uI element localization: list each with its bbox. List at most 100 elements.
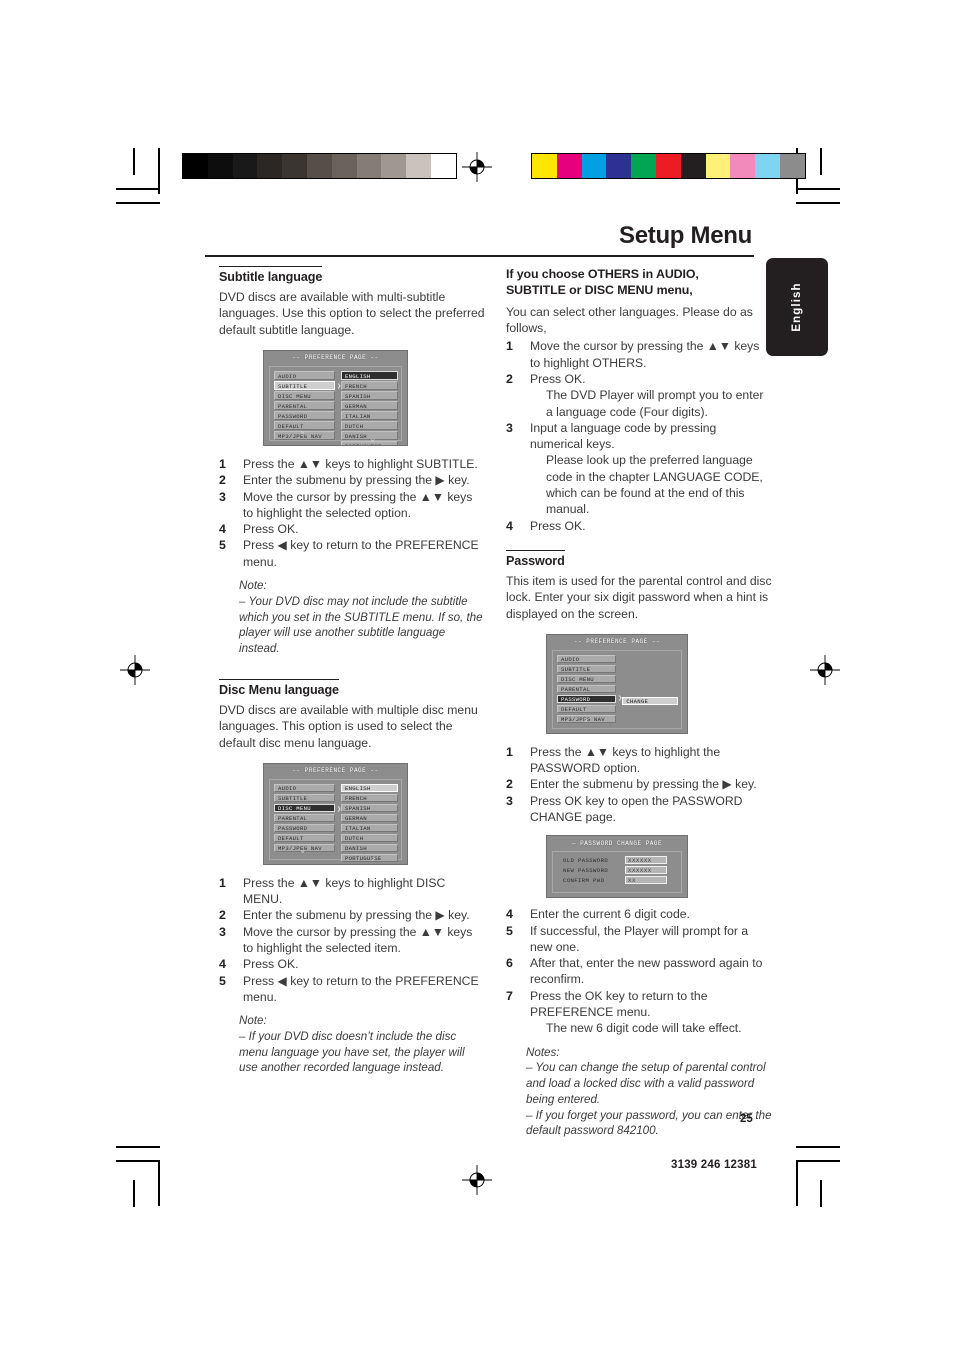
crop-mark-top-left-outer-horizontal — [116, 202, 160, 204]
calibration-swatch — [779, 154, 805, 178]
password-notes: Notes: – You can change the setup of par… — [506, 1045, 772, 1140]
calibration-swatch — [331, 154, 357, 178]
chevron-down-icon: ⌄ — [370, 852, 376, 863]
chevron-down-icon: ⌄ — [300, 426, 306, 437]
step-number: 7 — [506, 988, 513, 1003]
step-text: Enter the submenu by pressing the ▶ key. — [243, 473, 470, 488]
step-number: 4 — [506, 518, 513, 533]
osd-option: GERMAN — [340, 813, 398, 823]
disc-menu-language-heading: Disc Menu language — [219, 678, 339, 697]
disc-menu-note: Note: – If your DVD disc doesn’t include… — [219, 1013, 485, 1076]
page-number: 25 — [740, 1113, 753, 1125]
chevron-down-icon: ⌄ — [370, 434, 376, 445]
disc-menu-language-body: DVD discs are available with multiple di… — [219, 702, 478, 750]
calibration-swatch — [655, 154, 681, 178]
grayscale-calibration-bar — [182, 153, 457, 179]
step-text: Press OK key to open the PASSWORD CHANGE… — [530, 793, 743, 824]
step-item: 4 Enter the current 6 digit code. — [506, 906, 772, 922]
osd-option: ITALIAN — [340, 411, 398, 420]
registration-mark-bottom — [462, 1165, 492, 1195]
note-title: Notes: — [526, 1045, 560, 1059]
step-text: After that, enter the new password again… — [530, 956, 763, 987]
osd-menu-item: DEFAULT — [557, 704, 617, 714]
step-number: 4 — [506, 907, 513, 922]
confirm-password-label: CONFIRM PWD — [563, 876, 605, 884]
color-calibration-bar — [531, 153, 806, 179]
osd-option: DUTCH — [340, 833, 398, 843]
page-title: Setup Menu — [619, 222, 752, 249]
step-number: 1 — [506, 339, 513, 354]
osd-cursor-icon: ❯ — [337, 383, 342, 392]
new-password-label: NEW PASSWORD — [563, 866, 609, 874]
new-password-field[interactable]: XXXXXX — [625, 866, 667, 875]
step-text: Press OK. — [243, 522, 299, 537]
step-item: 6 After that, enter the new password agai… — [506, 955, 772, 988]
osd-option-list: CHANGE — [622, 655, 678, 725]
osd-menu-item-selected: SUBTITLE — [274, 381, 335, 390]
osd-title: -- PREFERENCE PAGE -- — [573, 637, 661, 645]
step-text: Input a language code by pressing numeri… — [530, 420, 717, 452]
osd-option: FRENCH — [340, 793, 398, 803]
step-item: 5 Press ◀ key to return to the PREFERENCE… — [219, 537, 485, 570]
osd-menu-item: DISC MENU — [274, 391, 335, 400]
osd-title: — PASSWORD CHANGE PAGE — [571, 840, 663, 848]
step-item: 4 Press OK. — [219, 521, 485, 537]
step-item: 3 Move the cursor by pressing the ▲▼ keys… — [219, 489, 485, 522]
password-steps-list: 1 Press the ▲▼ keys to highlight the PASS… — [506, 744, 772, 825]
crop-mark-top-left-horizontal — [116, 188, 160, 190]
crop-mark-bottom-left-vertical — [158, 1160, 160, 1206]
step-item: 5 Press ◀ key to return to the PREFERENCE… — [219, 973, 485, 1006]
subtitle-language-body: DVD discs are available with multi-subti… — [219, 290, 485, 337]
crop-mark-bottom-left-outer-horizontal — [116, 1146, 160, 1148]
others-steps-list: 1 Move the cursor by pressing the ▲▼ keys… — [506, 338, 772, 533]
crop-mark-bottom-right-outer-vertical — [820, 1180, 822, 1207]
osd-menu-item: SUBTITLE — [274, 793, 335, 803]
calibration-swatch — [356, 154, 382, 178]
registration-mark-top — [462, 152, 492, 182]
step-text: Press the OK key to return to the PREFER… — [530, 988, 708, 1019]
password-heading: Password — [506, 549, 565, 568]
registration-mark-left — [120, 655, 150, 685]
calibration-swatch — [581, 154, 607, 178]
calibration-swatch — [406, 154, 431, 178]
password-field-row: NEW PASSWORD XXXXXX — [563, 866, 667, 875]
step-text: If successful, the Player will prompt fo… — [530, 923, 749, 954]
step-item: 2 Press OK. The DVD Player will prompt you… — [506, 371, 772, 420]
old-password-field[interactable]: XXXXXX — [625, 856, 667, 865]
step-number: 3 — [219, 924, 226, 939]
confirm-password-field[interactable]: XX — [625, 876, 667, 885]
left-column: Subtitle language DVD discs are availabl… — [219, 266, 485, 1076]
step-number: 5 — [506, 923, 513, 938]
step-number: 1 — [219, 457, 226, 472]
calibration-swatch — [556, 154, 582, 178]
title-divider — [205, 255, 754, 258]
step-text: Move the cursor by pressing the ▲▼ keys … — [243, 489, 473, 520]
osd-option: DANISH — [340, 843, 398, 853]
step-item: 1 Press the ▲▼ keys to highlight SUBTITLE… — [219, 456, 485, 472]
document-code: 3139 246 12381 — [671, 1159, 757, 1171]
osd-password-change-page: — PASSWORD CHANGE PAGE OLD PASSWORD XXXX… — [546, 835, 688, 899]
step-item: 3 Input a language code by pressing numer… — [506, 420, 772, 518]
step-item: 1 Press the ▲▼ keys to highlight DISC MEN… — [219, 875, 485, 908]
osd-subtitle-preference-page: -- PREFERENCE PAGE -- AUDIO SUBTITLE DIS… — [263, 350, 408, 447]
osd-option-list: ENGLISH FRENCH SPANISH GERMAN ITALIAN DU… — [340, 783, 398, 863]
osd-title: -- PREFERENCE PAGE -- — [292, 766, 379, 774]
step-number: 1 — [219, 875, 226, 890]
crop-mark-bottom-right-vertical — [796, 1160, 798, 1206]
crop-mark-top-left-outer-vertical — [133, 148, 135, 175]
osd-menu-item-selected: DISC MENU — [274, 803, 335, 813]
step-text: Move the cursor by pressing the ▲▼ keys … — [243, 924, 473, 955]
step-text: Press OK. — [530, 372, 586, 386]
calibration-swatch — [430, 154, 456, 178]
crop-mark-top-right-outer-horizontal — [796, 202, 840, 204]
chevron-down-icon: ⌄ — [583, 713, 589, 724]
calibration-swatch — [532, 154, 557, 178]
calibration-swatch — [381, 154, 407, 178]
step-text: Enter the current 6 digit code. — [530, 907, 690, 922]
calibration-swatch — [631, 154, 656, 178]
step-item: 1 Move the cursor by pressing the ▲▼ keys… — [506, 338, 772, 371]
others-heading-line2: SUBTITLE or DISC MENU menu, — [506, 283, 693, 298]
osd-option: ITALIAN — [340, 823, 398, 833]
osd-disc-menu-preference-page: -- PREFERENCE PAGE -- AUDIO SUBTITLE DIS… — [263, 762, 408, 865]
osd-menu-item: PARENTAL — [274, 401, 335, 410]
